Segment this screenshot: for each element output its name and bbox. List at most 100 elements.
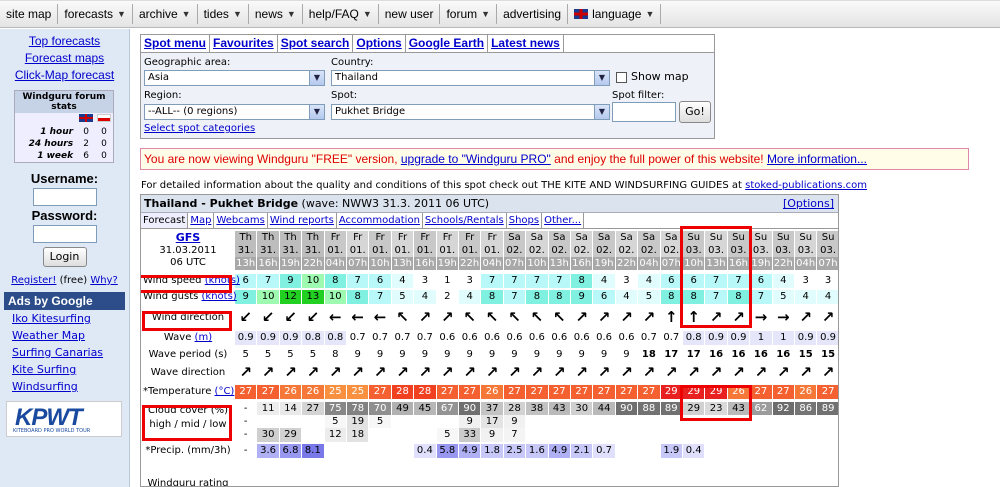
tab-wind-reports[interactable]: Wind reports — [268, 213, 337, 228]
tab-schools-rentals[interactable]: Schools/Rentals — [423, 213, 507, 228]
cloud-low-cell — [638, 428, 660, 442]
precip-cell: 1.9 — [660, 444, 682, 458]
tab-spot-search[interactable]: Spot search — [278, 35, 354, 52]
forecast-title: Thailand - Pukhet Bridge (wave: NWW3 31.… — [141, 195, 838, 213]
wind-gusts-cell: 6 — [593, 290, 615, 304]
highlight-sunday-wind — [680, 226, 753, 328]
model-utc: 06 UTC — [170, 257, 206, 268]
tab-google-earth[interactable]: Google Earth — [406, 35, 489, 52]
day-label: Su — [750, 231, 772, 244]
wave-dir-cell: ↗ — [777, 363, 790, 381]
nav-language[interactable]: language ▼ — [568, 4, 662, 24]
select-categories-link[interactable]: Select spot categories — [144, 123, 255, 134]
nav-forum[interactable]: forum ▼ — [440, 4, 498, 24]
wind-gusts-cell: 8 — [548, 290, 570, 304]
cloud-mid-cell: 9 — [503, 415, 526, 429]
link-click-map-forecast[interactable]: Click-Map forecast — [0, 67, 129, 84]
forecast-panel: Thailand - Pukhet Bridge (wave: NWW3 31.… — [140, 194, 839, 487]
spot-select[interactable]: Pukhet Bridge ▼ — [331, 104, 610, 120]
wind-dir-cell: ↗ — [575, 308, 588, 326]
chevron-down-icon: ▼ — [645, 9, 655, 19]
nav-advertising[interactable]: advertising — [497, 4, 569, 24]
options-link[interactable]: [Options] — [783, 195, 834, 212]
tab-map[interactable]: Map — [188, 213, 215, 228]
nav-archive[interactable]: archive ▼ — [133, 4, 198, 24]
date-label: 03. — [795, 244, 817, 257]
date-label: 03. — [817, 244, 838, 257]
nav-tides[interactable]: tides ▼ — [198, 4, 249, 24]
wave-unit-link[interactable]: (m) — [195, 332, 213, 343]
precip-cell: 0.4 — [414, 444, 436, 458]
cloud-low-cell — [705, 428, 727, 442]
link-top-forecasts[interactable]: Top forecasts — [0, 33, 129, 50]
more-info-link[interactable]: More information... — [767, 152, 867, 166]
go-button[interactable]: Go! — [679, 101, 711, 123]
tab-latest-news[interactable]: Latest news — [488, 35, 564, 52]
date-label: 02. — [593, 244, 615, 257]
wind-speed-cell: 6 — [750, 274, 772, 288]
temp-cell: 25 — [324, 385, 346, 399]
model-link[interactable]: GFS — [143, 231, 233, 245]
ad-link[interactable]: Windsurfing — [4, 378, 125, 395]
ad-link[interactable]: Iko Kitesurfing — [4, 310, 125, 327]
cloud-high-cell: 90 — [459, 402, 481, 416]
date-label: 01. — [347, 244, 369, 257]
upgrade-pro-link[interactable]: upgrade to "Windguru PRO" — [401, 152, 551, 166]
tab-webcams[interactable]: Webcams — [214, 213, 268, 228]
day-label: Fr — [481, 231, 503, 244]
why-link[interactable]: Why? — [90, 275, 117, 286]
wind-gusts-cell: 4 — [615, 290, 638, 304]
wave-period-cell: 9 — [556, 349, 563, 360]
username-input[interactable] — [32, 188, 97, 206]
kpwt-logo[interactable]: KPWT KITEBOARD PRO WORLD TOUR — [6, 401, 122, 437]
login-button[interactable]: Login — [42, 247, 87, 267]
tab-other[interactable]: Other... — [542, 213, 585, 228]
ad-link[interactable]: Weather Map — [4, 327, 125, 344]
precip-cell — [369, 444, 391, 458]
wave-dir-cell: ↗ — [821, 363, 835, 381]
stoked-publications-link[interactable]: stoked-publications.com — [745, 180, 867, 191]
wave-cell: 0.6 — [615, 331, 638, 345]
temp-unit-link[interactable]: (°C) — [215, 386, 235, 397]
wind-speed-cell: 8 — [571, 274, 593, 288]
precip-cell: 4.9 — [459, 444, 481, 458]
wave-period-cell: 9 — [444, 349, 451, 360]
tab-favourites[interactable]: Favourites — [210, 35, 278, 52]
tab-options[interactable]: Options — [353, 35, 406, 52]
ad-link[interactable]: Surfing Canarias — [4, 344, 125, 361]
region-select[interactable]: --ALL-- (0 regions) ▼ — [144, 104, 325, 120]
wave-period-cell: 9 — [466, 349, 473, 360]
nav-news[interactable]: news ▼ — [249, 4, 303, 24]
nav-new-user[interactable]: new user — [379, 4, 441, 24]
country-select[interactable]: Thailand ▼ — [331, 70, 610, 86]
password-input[interactable] — [32, 225, 97, 243]
ad-link[interactable]: Kite Surfing — [4, 361, 125, 378]
tab-shops[interactable]: Shops — [507, 213, 543, 228]
link-forecast-maps[interactable]: Forecast maps — [0, 50, 129, 67]
temp-cell: 27 — [750, 385, 772, 399]
day-label: Th — [257, 231, 279, 244]
geo-select[interactable]: Asia ▼ — [144, 70, 325, 86]
tab-forecast[interactable]: Forecast — [141, 213, 189, 228]
register-link[interactable]: Register! — [11, 275, 56, 286]
nav-help-faq[interactable]: help/FAQ ▼ — [303, 4, 379, 24]
wave-cell: 0.8 — [324, 331, 346, 345]
wave-cell: 0.8 — [683, 331, 705, 345]
wind-dir-cell: ↗ — [821, 308, 835, 326]
show-map-checkbox[interactable] — [616, 72, 627, 83]
hour-label: 19h — [279, 257, 302, 270]
highlight-sunday-clouds — [680, 385, 753, 421]
cloud-high-cell: 70 — [369, 402, 391, 416]
temp-cell: 27 — [548, 385, 570, 399]
wave-cell: 0.7 — [369, 331, 391, 345]
spot-filter-input[interactable] — [612, 102, 676, 122]
chevron-down-icon: ▼ — [286, 9, 296, 19]
cloud-low-cell — [817, 428, 838, 442]
chevron-down-icon: ▼ — [309, 71, 324, 85]
nav-forecasts[interactable]: forecasts ▼ — [58, 4, 133, 24]
nav-site-map[interactable]: site map — [0, 4, 59, 24]
hour-label: 22h — [302, 257, 324, 270]
tab-spot-menu[interactable]: Spot menu — [141, 35, 210, 52]
tab-accommodation[interactable]: Accommodation — [337, 213, 423, 228]
date-label: 01. — [459, 244, 481, 257]
